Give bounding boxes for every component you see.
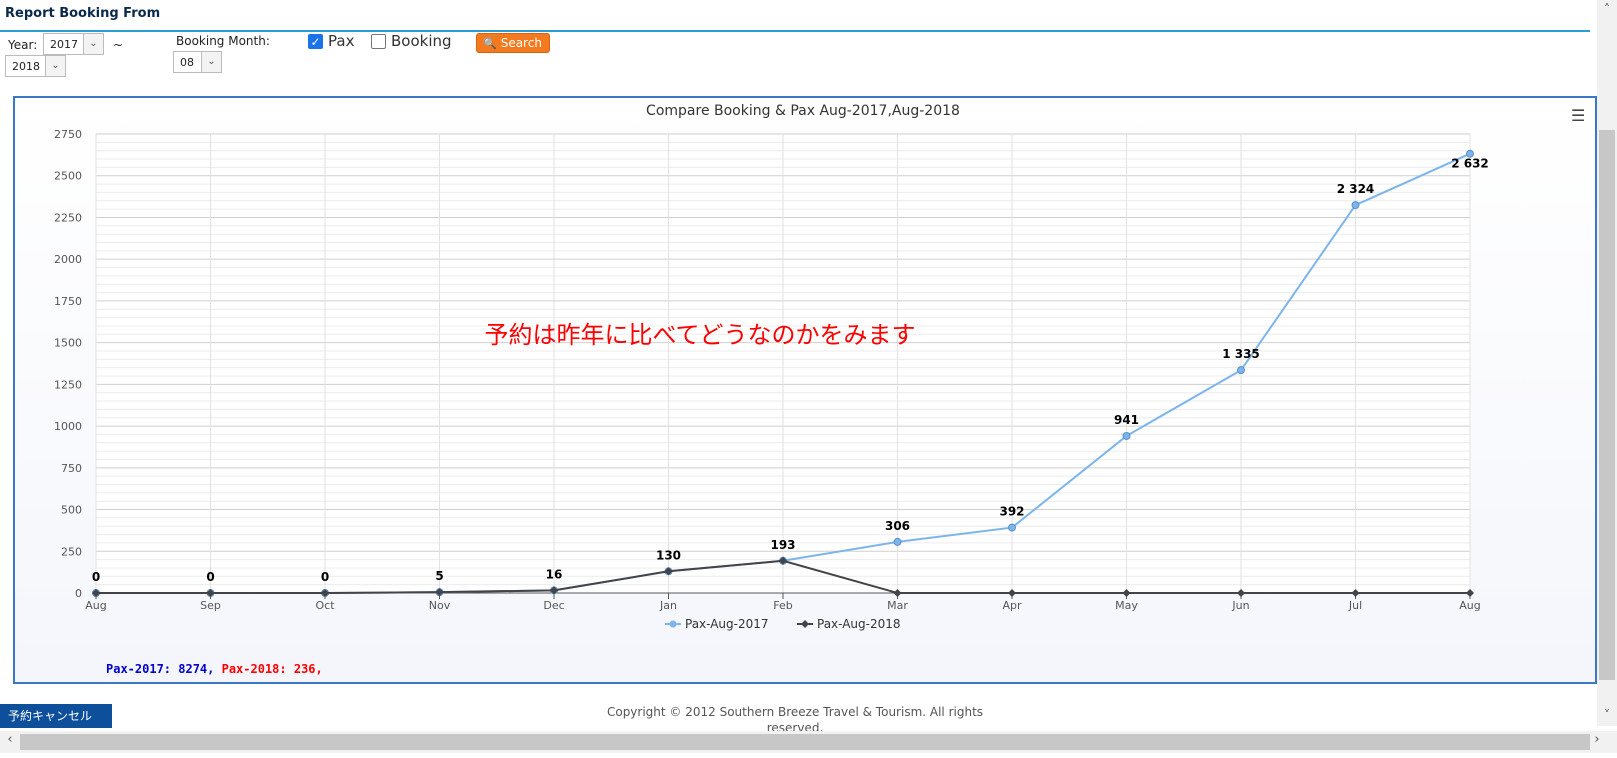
data-point [1122, 431, 1131, 440]
vertical-scroll-thumb[interactable] [1599, 130, 1615, 680]
total-2017: Pax-2017: 8274, [106, 662, 215, 676]
data-label: 16 [546, 567, 563, 581]
search-icon: 🔍 [483, 37, 497, 50]
chart-title: Compare Booking & Pax Aug-2017,Aug-2018 [646, 103, 960, 119]
x-tick-label: Apr [1002, 599, 1022, 612]
year-to-value: 2018 [12, 60, 40, 73]
x-tick-label: Aug [1459, 599, 1480, 612]
y-tick-label: 2250 [54, 211, 82, 224]
data-label: 5 [435, 569, 443, 583]
data-label: 193 [770, 538, 795, 552]
x-tick-label: Aug [85, 599, 106, 612]
data-point [1008, 523, 1016, 532]
range-separator: ~ [113, 38, 124, 52]
x-tick-label: Oct [315, 599, 335, 612]
data-label: 306 [885, 519, 910, 533]
data-label: 0 [92, 570, 100, 584]
y-tick-label: 250 [61, 545, 82, 558]
vertical-scrollbar[interactable]: ˄ ˅ [1597, 0, 1617, 726]
data-label: 1 335 [1222, 347, 1260, 361]
x-tick-label: Nov [429, 599, 451, 612]
year-from-value: 2017 [50, 38, 78, 51]
x-tick-label: Jan [659, 599, 677, 612]
filter-bar: Year: 2017 ⌄ ~ 2018 ⌄ Booking Month: 08 … [0, 32, 1590, 92]
x-tick-label: Jun [1231, 599, 1249, 612]
booking-month-select[interactable]: 08 ⌄ [173, 51, 222, 73]
legend-label: Pax-Aug-2017 [685, 617, 769, 631]
scroll-left-icon[interactable]: ‹ [1, 732, 19, 747]
data-point [893, 537, 902, 546]
x-tick-label: Dec [543, 599, 564, 612]
chart-annotation: 予約は昨年に比べてどうなのかをみます [484, 321, 915, 349]
search-button-label: Search [500, 36, 542, 50]
y-tick-label: 1750 [54, 295, 82, 308]
horizontal-scroll-thumb[interactable] [20, 734, 1590, 750]
y-tick-label: 0 [75, 587, 82, 600]
year-from-select[interactable]: 2017 ⌄ [43, 33, 104, 55]
copyright-line1: Copyright © 2012 Southern Breeze Travel … [606, 705, 984, 719]
data-label: 392 [999, 505, 1024, 519]
pax-checkbox-label[interactable]: Pax [328, 32, 354, 50]
data-label: 0 [206, 570, 214, 584]
x-tick-label: May [1115, 599, 1138, 612]
y-tick-label: 2750 [54, 128, 82, 141]
totals-summary: Pax-2017: 8274, Pax-2018: 236, [106, 662, 323, 676]
data-label: 2 324 [1337, 182, 1375, 196]
chevron-down-icon[interactable]: ⌄ [45, 56, 65, 76]
y-tick-label: 1000 [54, 420, 82, 433]
booking-month-value: 08 [180, 56, 194, 69]
scroll-down-icon[interactable]: ˅ [1597, 708, 1617, 722]
header-bar: Report Booking From [0, 0, 1590, 32]
search-button[interactable]: 🔍 Search [476, 33, 550, 53]
legend-label: Pax-Aug-2018 [817, 617, 901, 631]
y-tick-label: 1500 [54, 337, 82, 350]
chevron-down-icon[interactable]: ⌄ [83, 34, 103, 54]
x-tick-label: Jul [1348, 599, 1362, 612]
scroll-right-icon[interactable]: › [1588, 732, 1606, 747]
y-tick-label: 1250 [54, 378, 82, 391]
legend-marker [801, 620, 809, 628]
report-page: Report Booking From Year: 2017 ⌄ ~ 2018 … [0, 0, 1617, 758]
y-tick-label: 2500 [54, 170, 82, 183]
total-2018: Pax-2018: 236, [221, 662, 323, 676]
data-label: 941 [1114, 413, 1139, 427]
y-tick-label: 500 [61, 504, 82, 517]
pax-checkbox[interactable]: ✓ [308, 34, 323, 49]
x-tick-label: Feb [773, 599, 792, 612]
x-tick-label: Sep [200, 599, 221, 612]
legend-marker [669, 620, 677, 628]
year-to-select[interactable]: 2018 ⌄ [5, 55, 66, 77]
page-title: Report Booking From [5, 6, 161, 21]
chevron-down-icon[interactable]: ⌄ [201, 52, 221, 72]
y-tick-label: 2000 [54, 253, 82, 266]
cancel-reservation-button[interactable]: 予約キャンセル [0, 704, 112, 728]
line-chart: Aug Sep Oct Nov Dec Jan Feb Mar Apr May Jun Jul Aug0… [54, 103, 1489, 631]
booking-checkbox-label[interactable]: Booking [391, 32, 452, 50]
year-label: Year: [8, 38, 38, 52]
booking-checkbox[interactable] [371, 34, 386, 49]
data-point [1237, 366, 1245, 375]
scroll-up-icon[interactable]: ˄ [1597, 2, 1617, 16]
chart-container: Aug Sep Oct Nov Dec Jan Feb Mar Apr May Jun Jul Aug 0… [13, 96, 1597, 684]
booking-month-label: Booking Month: [176, 34, 270, 48]
x-tick-label: Mar [887, 599, 908, 612]
y-tick-label: 750 [61, 462, 82, 475]
horizontal-scrollbar[interactable]: ‹ › [0, 731, 1617, 753]
hamburger-icon[interactable]: ☰ [1571, 108, 1585, 124]
data-label: 2 632 [1451, 157, 1489, 171]
data-label: 130 [656, 548, 681, 562]
data-point [1351, 201, 1360, 210]
data-label: 0 [321, 570, 329, 584]
